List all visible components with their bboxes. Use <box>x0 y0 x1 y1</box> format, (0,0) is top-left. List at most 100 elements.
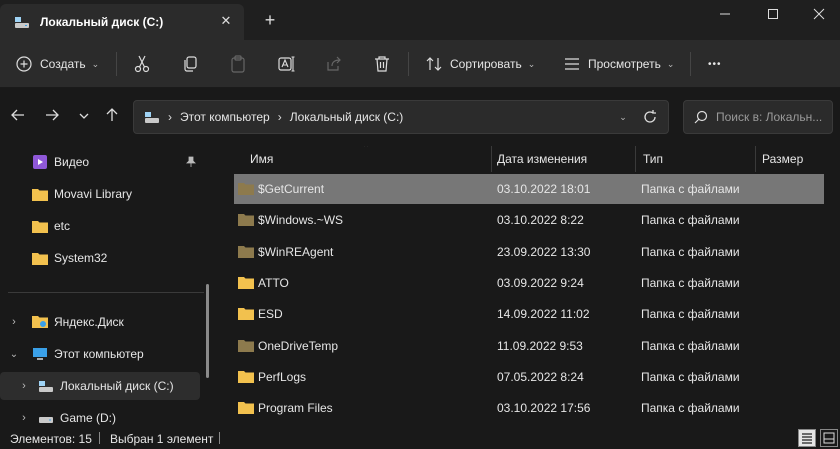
sidebar-scrollbar[interactable] <box>206 284 209 378</box>
scissors-icon <box>134 55 150 73</box>
recent-locations-button[interactable] <box>74 108 94 126</box>
item-count: Элементов: 15 <box>10 432 92 446</box>
paste-button[interactable] <box>230 50 246 78</box>
tab-title: Локальный диск (C:) <box>40 15 164 29</box>
file-name: ESD <box>258 307 283 322</box>
tiles-view-button[interactable] <box>820 429 838 447</box>
cut-button[interactable] <box>134 50 150 78</box>
search-input[interactable]: Поиск в: Локальн... <box>683 100 833 134</box>
sidebar-item-etc[interactable]: etc <box>0 212 200 240</box>
view-button[interactable]: Просмотреть ⌄ <box>564 50 674 78</box>
table-row[interactable]: ESD 14.09.2022 11:02 Папка с файлами <box>234 299 824 329</box>
sidebar-item-local-disk-c[interactable]: › Локальный диск (C:) <box>0 372 200 400</box>
new-tab-button[interactable]: + <box>260 10 280 30</box>
breadcrumb-this-pc[interactable]: Этот компьютер <box>180 110 270 124</box>
column-header-date[interactable]: Дата изменения <box>497 146 587 172</box>
chevron-down-icon <box>79 113 89 119</box>
chevron-right-icon[interactable]: › <box>168 110 172 124</box>
sidebar-item-this-pc[interactable]: ⌄ Этот компьютер <box>0 340 200 368</box>
file-type: Папка с файлами <box>641 213 740 228</box>
minimize-button[interactable] <box>702 0 748 28</box>
file-name: $GetCurrent <box>258 182 325 196</box>
table-row[interactable]: $WinREAgent 23.09.2022 13:30 Папка с файла… <box>234 237 824 267</box>
view-list-icon <box>565 58 579 70</box>
file-date: 03.10.2022 17:56 <box>497 401 591 416</box>
sidebar-item-yandex-disk[interactable]: › Яндекс.Диск <box>0 308 200 336</box>
add-circle-icon <box>16 56 32 72</box>
file-type: Папка с файлами <box>641 275 740 290</box>
file-name: PerfLogs <box>258 369 307 384</box>
file-name: $Windows.~WS <box>258 213 344 228</box>
arrow-up-icon <box>106 108 118 121</box>
close-tab-icon[interactable]: ✕ <box>218 13 234 29</box>
create-label: Создать <box>40 57 86 71</box>
column-header-name[interactable]: Имя <box>250 146 273 172</box>
create-button[interactable]: Создать ⌄ <box>16 50 99 78</box>
file-date: 07.05.2022 8:24 <box>497 369 584 384</box>
forward-button[interactable] <box>42 108 62 126</box>
folder-icon <box>238 402 254 415</box>
copy-button[interactable] <box>182 50 198 78</box>
chevron-right-icon[interactable]: › <box>18 412 30 424</box>
column-header-size[interactable]: Размер <box>762 146 803 172</box>
file-date: 14.09.2022 11:02 <box>497 307 590 322</box>
chevron-down-icon: ⌄ <box>91 58 100 69</box>
rename-button[interactable] <box>278 50 296 78</box>
column-header-type[interactable]: Тип <box>643 146 663 172</box>
share-button[interactable] <box>326 50 342 78</box>
computer-icon <box>33 348 47 360</box>
table-row[interactable]: $Windows.~WS 03.10.2022 8:22 Папка с файла… <box>234 205 824 235</box>
file-date: 11.09.2022 9:53 <box>497 338 583 353</box>
chevron-right-icon[interactable]: › <box>18 380 30 392</box>
sidebar-item-label: Этот компьютер <box>54 347 144 361</box>
sidebar-item-label: Game (D:) <box>60 411 117 425</box>
search-icon <box>694 110 708 124</box>
back-button[interactable] <box>8 108 28 126</box>
refresh-icon[interactable] <box>642 109 658 125</box>
sidebar-item-movavi[interactable]: Movavi Library <box>0 180 200 208</box>
file-type: Папка с файлами <box>641 307 740 322</box>
file-name: OneDriveTemp <box>258 338 339 353</box>
minimize-icon <box>720 13 730 15</box>
table-row[interactable]: Program Files 03.10.2022 17:56 Папка с фай… <box>234 393 824 423</box>
pin-icon[interactable] <box>186 156 196 168</box>
file-list: ⌃ Имя Дата изменения Тип Размер $GetCurr… <box>216 146 840 426</box>
sidebar-item-label: Локальный диск (C:) <box>60 379 174 393</box>
tiles-view-icon <box>823 432 835 444</box>
address-bar[interactable]: › Этот компьютер › Локальный диск (C:) ⌄ <box>133 100 669 134</box>
address-history-chevron-icon[interactable]: ⌄ <box>616 110 630 124</box>
column-divider[interactable] <box>635 146 636 172</box>
maximize-icon <box>768 9 778 19</box>
sidebar-item-system32[interactable]: System32 <box>0 244 200 272</box>
file-date: 23.09.2022 13:30 <box>497 244 591 259</box>
chevron-right-icon[interactable]: › <box>8 316 20 328</box>
sidebar-item-video[interactable]: Видео <box>0 148 200 176</box>
sidebar-item-label: etc <box>54 219 71 233</box>
delete-button[interactable] <box>374 50 390 78</box>
arrow-right-icon <box>46 109 59 121</box>
column-divider[interactable] <box>755 146 756 172</box>
close-window-button[interactable] <box>796 0 840 28</box>
maximize-button[interactable] <box>750 0 796 28</box>
file-name: Program Files <box>258 401 333 416</box>
table-row[interactable]: ATTO 03.09.2022 9:24 Папка с файлами <box>234 268 824 298</box>
sort-button[interactable]: Сортировать ⌄ <box>426 50 535 78</box>
chevron-right-icon[interactable]: › <box>278 110 282 124</box>
more-options-button[interactable]: ••• <box>708 50 722 78</box>
chevron-down-icon[interactable]: ⌄ <box>8 349 20 360</box>
breadcrumb-local-disk[interactable]: Локальный диск (C:) <box>290 110 404 124</box>
toolbar-divider <box>408 52 409 76</box>
file-date: 03.10.2022 18:01 <box>497 182 591 196</box>
table-row[interactable]: PerfLogs 07.05.2022 8:24 Папка с файлами <box>234 362 824 392</box>
drive-icon <box>39 417 53 423</box>
sidebar-divider <box>8 292 204 293</box>
folder-icon <box>238 214 254 227</box>
table-row[interactable]: $GetCurrent 03.10.2022 18:01 Папка с файла… <box>234 174 824 204</box>
column-divider[interactable] <box>491 146 492 172</box>
folder-icon <box>238 183 254 195</box>
table-row[interactable]: OneDriveTemp 11.09.2022 9:53 Папка с файла… <box>234 331 824 361</box>
up-button[interactable] <box>102 108 122 126</box>
details-view-button[interactable] <box>798 429 816 447</box>
tab-local-disk[interactable]: Локальный диск (C:) ✕ <box>0 4 244 40</box>
view-label: Просмотреть <box>588 57 661 71</box>
